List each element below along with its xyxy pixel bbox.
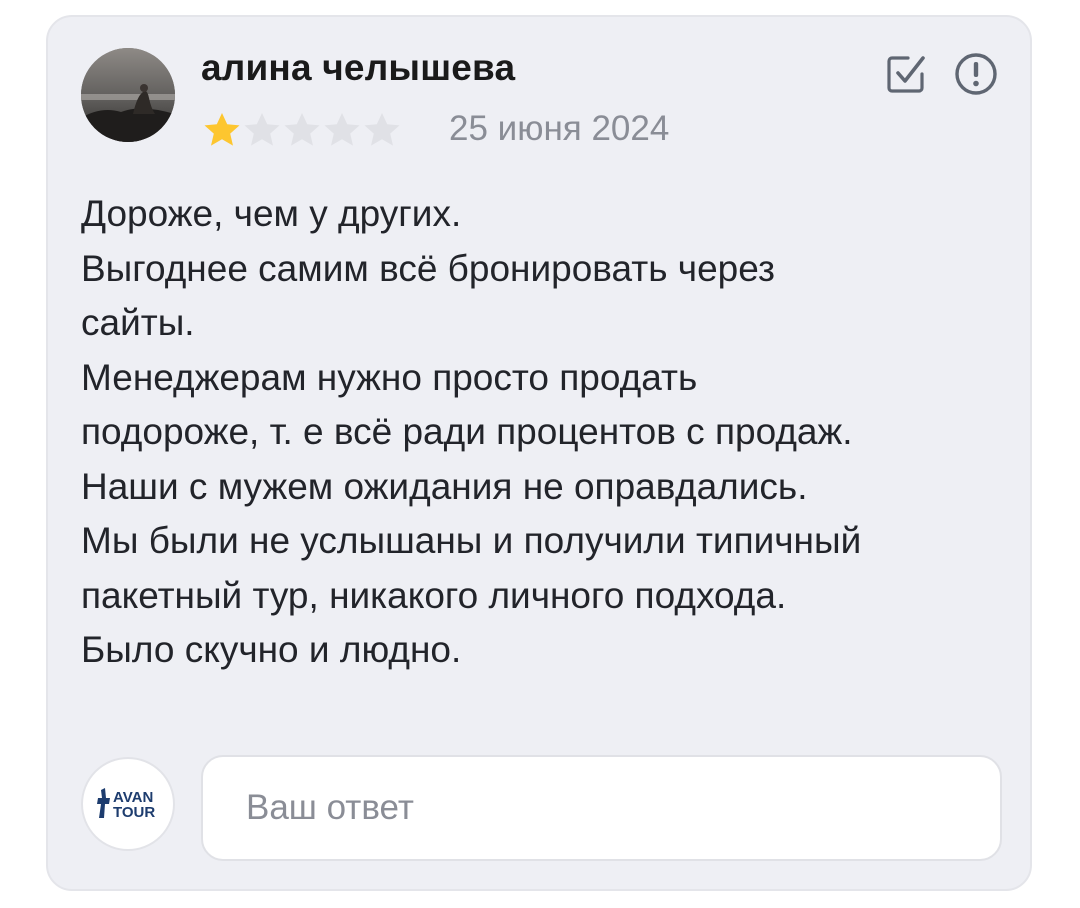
- star-empty-icon: [364, 113, 400, 146]
- review-text-line: Выгоднее самим всё бронировать через: [81, 247, 775, 289]
- review-text-line: сайты.: [81, 302, 195, 343]
- checkbox-edit-icon[interactable]: [882, 50, 930, 98]
- review-text-line: Наши с мужем ожидания не оправдались.: [81, 465, 808, 507]
- review-text: Дороже, чем у других. Выгоднее самим всё…: [81, 187, 1011, 678]
- reply-input[interactable]: [201, 755, 1002, 861]
- review-text-line: пакетный тур, никакого личного подхода.: [81, 574, 787, 616]
- review-card: алина челышева 25 июня 2024 Дороже, чем …: [46, 15, 1032, 891]
- star-filled-icon: [204, 113, 240, 146]
- review-text-line: Было скучно и людно.: [81, 629, 462, 670]
- author-avatar[interactable]: [81, 48, 175, 142]
- company-logo: AVAN TOUR: [81, 757, 175, 851]
- exclamation-circle-icon[interactable]: [952, 50, 1000, 98]
- review-text-line: Дороже, чем у других.: [81, 193, 462, 234]
- review-actions: [860, 50, 1000, 98]
- star-empty-icon: [244, 113, 280, 146]
- review-date: 25 июня 2024: [449, 109, 670, 148]
- author-name[interactable]: алина челышева: [201, 47, 515, 89]
- review-text-line: Мы были не услышаны и получили типичный: [81, 520, 862, 561]
- logo-text-bottom: TOUR: [113, 804, 155, 821]
- review-text-line: подороже, т. е всё ради процентов с прод…: [81, 411, 853, 452]
- star-empty-icon: [284, 113, 320, 146]
- review-text-line: Менеджерам нужно просто продать: [81, 356, 698, 398]
- star-empty-icon: [324, 113, 360, 146]
- star-rating: [202, 110, 402, 150]
